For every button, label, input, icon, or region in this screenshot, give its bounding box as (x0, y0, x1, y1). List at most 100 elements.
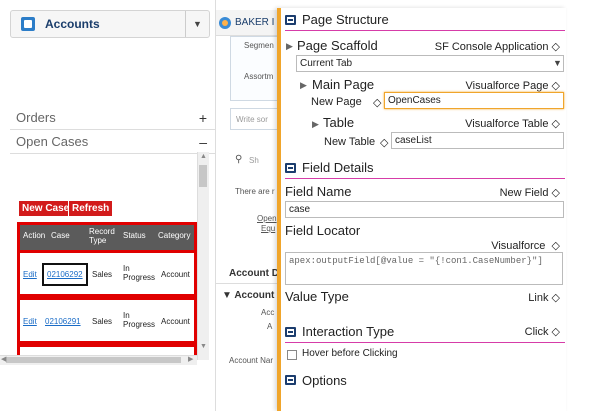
account-section-label: Account (234, 290, 275, 301)
expand-plus-icon[interactable]: + (199, 110, 207, 126)
page-scaffold-label: Page Scaffold (297, 38, 378, 53)
scroll-up-icon[interactable]: ▲ (200, 153, 207, 160)
field-name-label: Field Name (285, 184, 352, 199)
table-row-partial (17, 344, 197, 355)
dropdown-arrow-icon[interactable]: ▼ (553, 58, 562, 68)
field-locator-type-value: Visualforce (491, 240, 546, 252)
interaction-type-select[interactable]: Click ◇ (525, 325, 560, 338)
col-record-type: Record Type (89, 227, 115, 245)
main-page-label: Main Page (312, 77, 375, 92)
page-scaffold-select[interactable]: SF Console Application ◇ (435, 40, 560, 53)
window-icon (285, 162, 296, 173)
col-case: Case (51, 231, 70, 240)
interaction-type-label: Interaction Type (302, 324, 395, 339)
window-icon (285, 14, 296, 25)
assortment-label: Assortm (244, 72, 274, 81)
edit-link[interactable]: Edit (23, 317, 37, 326)
field-name-value: New Field (499, 187, 549, 199)
case-number-link[interactable]: 02106292 (42, 263, 88, 286)
write-placeholder: Write sor (236, 115, 268, 124)
horizontal-scroll-thumb[interactable] (6, 357, 181, 363)
status: In Progress (123, 264, 156, 282)
equ-link[interactable]: Equ (261, 224, 275, 233)
main-page-value: Visualforce Page (465, 80, 549, 92)
record-type: Sales (92, 317, 113, 326)
case-number-link[interactable]: 02106291 (45, 317, 81, 326)
edit-link[interactable]: Edit (23, 270, 37, 279)
table-label: Table (323, 115, 355, 130)
field-name-input[interactable]: case (285, 201, 564, 218)
new-table-input[interactable]: caseList (391, 132, 564, 149)
new-page-toggle-icon[interactable]: ◇ (373, 96, 381, 109)
accounts-header[interactable]: Accounts ▼ (10, 10, 210, 38)
current-tab-value: Current Tab (300, 58, 353, 69)
field-details-header: Field Details (285, 157, 565, 179)
search-placeholder: Sh (249, 156, 259, 165)
page-structure-title: Page Structure (302, 12, 389, 27)
scroll-left-icon[interactable]: ◀ (1, 355, 6, 363)
open-cases-label: Open Cases (16, 134, 89, 149)
account-detail-heading: Account D (229, 268, 277, 279)
field-name-input-value: case (289, 204, 311, 215)
new-case-button[interactable]: New Case (18, 200, 74, 217)
field-locator-value: apex:outputField[@value = "{!con1.CaseNu… (289, 256, 543, 266)
table-row: Edit 02106292 Sales In Progress Account (17, 250, 197, 297)
orders-label: Orders (16, 110, 56, 125)
divider (216, 283, 277, 284)
cursor-window-icon (285, 326, 296, 337)
account-tab-icon (219, 16, 231, 29)
category: Account (161, 270, 190, 279)
open-link[interactable]: Open (257, 214, 277, 223)
main-page-select[interactable]: Visualforce Page ◇ (466, 79, 560, 92)
chevron-right-icon[interactable]: ▶ (312, 119, 319, 130)
cases-table-header: Action Case Record Type Status Category (17, 222, 197, 250)
field-locator-type-select[interactable]: Visualforce ◇ (491, 239, 560, 252)
table-row: Edit 02106291 Sales In Progress Account (17, 297, 197, 344)
interaction-type-header: Interaction Type (285, 321, 565, 343)
hover-checkbox[interactable] (287, 350, 297, 360)
new-table-label: New Table (324, 136, 376, 148)
scroll-right-icon[interactable]: ▶ (188, 355, 193, 363)
col-action: Action (23, 231, 46, 240)
account-detail-strip: BAKER I Segmen Assortm Write sor ⚲ Sh Th… (215, 0, 277, 411)
options-header: Options (285, 369, 565, 391)
baker-tab[interactable]: BAKER I (216, 10, 277, 36)
field-details-title: Field Details (302, 160, 374, 175)
accounts-app-icon (21, 17, 35, 31)
acc-label: Acc (261, 308, 275, 317)
category: Account (161, 317, 190, 326)
page-scaffold-value: SF Console Application (434, 41, 549, 53)
there-are-text: There are r (235, 187, 275, 196)
page-structure-header: Page Structure (285, 9, 565, 31)
page-structure-panel: Page Structure ▶ Page Scaffold SF Consol… (277, 8, 566, 411)
new-page-input[interactable]: OpenCases (384, 92, 564, 109)
new-table-toggle-icon[interactable]: ◇ (380, 136, 388, 149)
current-tab-select[interactable]: Current Tab (296, 55, 564, 72)
new-table-value: caseList (395, 135, 432, 146)
field-locator-textarea[interactable]: apex:outputField[@value = "{!con1.CaseNu… (285, 252, 563, 285)
collapse-minus-icon[interactable]: – (199, 134, 207, 150)
refresh-button[interactable]: Refresh (68, 200, 114, 217)
field-name-select[interactable]: New Field ◇ (500, 186, 560, 199)
interaction-type-value: Click (524, 326, 549, 338)
vertical-scroll-thumb[interactable] (199, 165, 207, 187)
console-left-panel: Accounts ▼ Orders + Open Cases – ▲ ▼ New… (0, 0, 215, 411)
col-category: Category (158, 231, 191, 240)
chevron-down-icon[interactable]: ▼ (185, 11, 209, 37)
value-type-value: Link (528, 292, 549, 304)
value-type-select[interactable]: Link ◇ (528, 291, 560, 304)
table-select[interactable]: Visualforce Table ◇ (465, 117, 560, 130)
window-icon (285, 375, 296, 385)
new-page-label: New Page (311, 96, 362, 108)
search-icon[interactable]: ⚲ (235, 154, 242, 165)
open-cases-section[interactable]: Open Cases – (10, 130, 215, 154)
baker-tab-label: BAKER I (235, 17, 275, 28)
table-value: Visualforce Table (465, 118, 549, 130)
a-label: A (267, 322, 273, 331)
orders-section[interactable]: Orders + (10, 106, 215, 130)
chevron-right-icon[interactable]: ▶ (286, 41, 293, 52)
scroll-down-icon[interactable]: ▼ (200, 343, 207, 350)
field-locator-label: Field Locator (285, 223, 361, 238)
chevron-right-icon[interactable]: ▶ (300, 80, 307, 91)
hover-label: Hover before Clicking (302, 348, 398, 359)
